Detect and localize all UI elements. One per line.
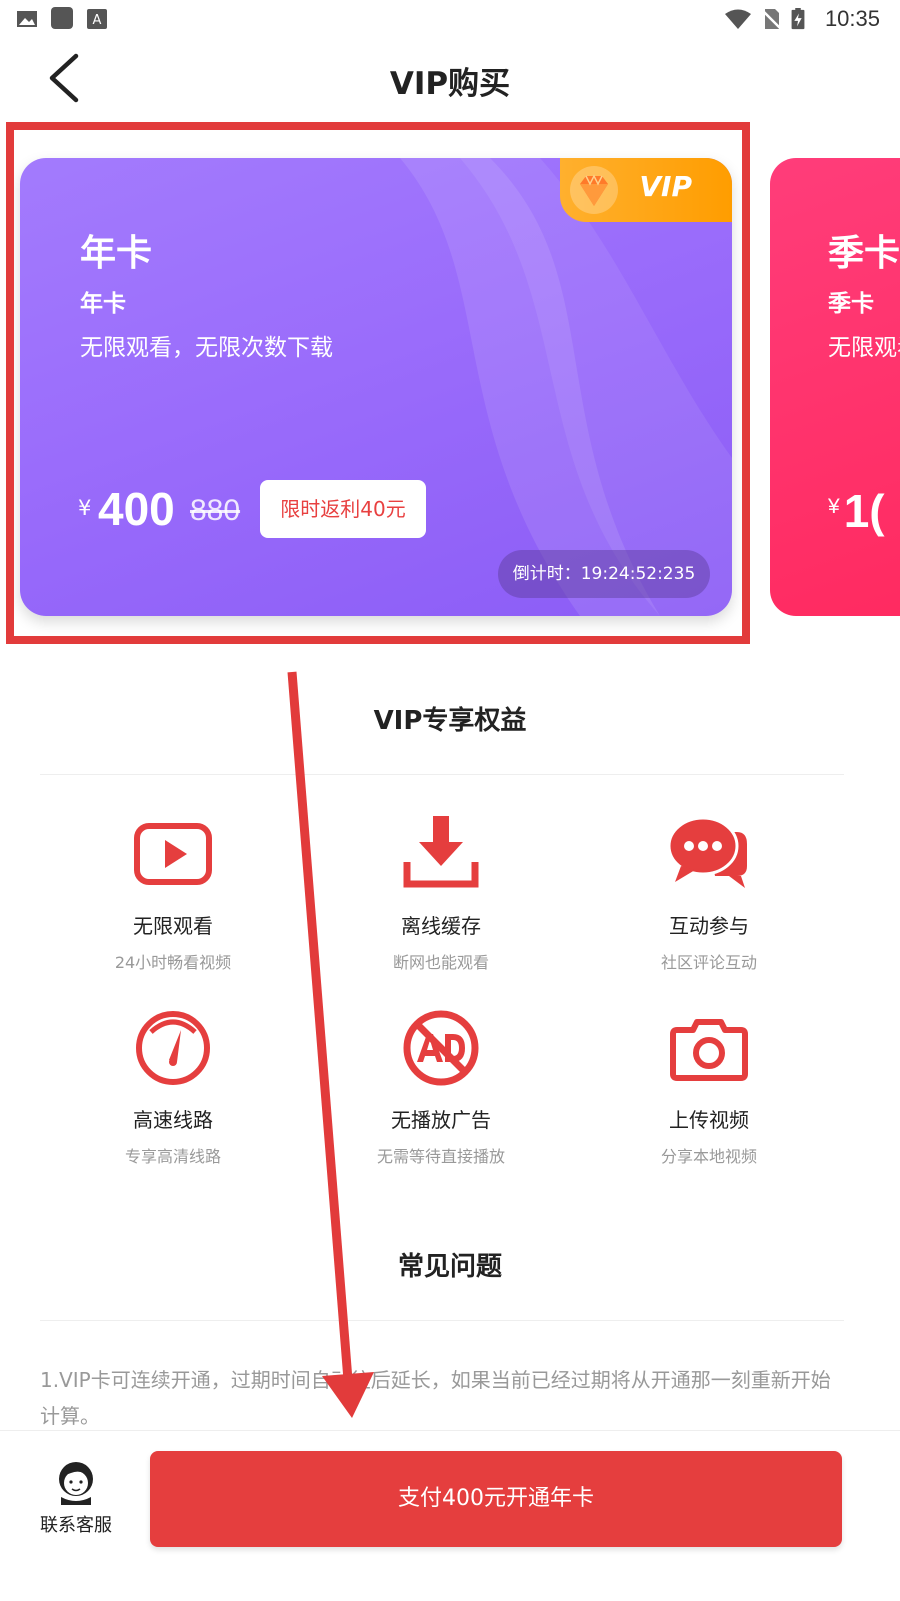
benefit-desc: 断网也能观看 xyxy=(392,953,489,972)
original-price: 880 xyxy=(190,494,241,527)
pay-button[interactable]: 支付400元开通年卡 xyxy=(150,1451,842,1547)
plan-subtitle: 年卡 xyxy=(80,291,126,317)
benefit-desc: 24小时畅看视频 xyxy=(114,953,232,972)
wifi-icon xyxy=(725,9,751,29)
currency-symbol: ¥ xyxy=(828,495,840,518)
price-row: ¥1( xyxy=(828,484,885,538)
bottom-action-bar: 联系客服 支付400元开通年卡 xyxy=(0,1430,900,1601)
play-icon xyxy=(134,823,212,885)
benefit-name: 高速线路 xyxy=(133,1108,213,1132)
plan-description: 无限观看，无限次数下载 xyxy=(828,335,900,361)
benefit-name: 无播放广告 xyxy=(391,1108,491,1132)
customer-service-label: 联系客服 xyxy=(40,1515,112,1536)
plan-card-quarterly[interactable]: 季卡 季卡 无限观看，无限次数下载 ¥1( xyxy=(770,158,900,616)
faq-title: 常见问题 xyxy=(397,1252,502,1282)
camera-icon xyxy=(670,1019,748,1081)
plan-title: 季卡 xyxy=(828,233,900,274)
benefit-name: 离线缓存 xyxy=(401,914,481,938)
no-ad-icon xyxy=(403,1010,479,1086)
keyboard-a-icon: A xyxy=(87,9,107,29)
plan-title: 年卡 xyxy=(80,233,153,274)
vip-badge-label: VIP xyxy=(639,170,692,203)
benefit-unlimited-watch: 无限观看 24小时畅看视频 xyxy=(38,812,308,973)
app-square-icon xyxy=(51,7,73,29)
plan-subtitle: 季卡 xyxy=(828,291,874,317)
svg-text:A: A xyxy=(93,13,102,28)
plan-price: 400 xyxy=(98,483,175,535)
plan-description: 无限观看，无限次数下载 xyxy=(80,335,333,361)
benefit-upload-video: 上传视频 分享本地视频 xyxy=(574,1006,844,1167)
chat-icon xyxy=(667,816,747,888)
no-sim-icon xyxy=(761,9,782,30)
customer-service-button[interactable]: 联系客服 xyxy=(30,1455,122,1537)
currency-symbol: ¥ xyxy=(78,496,92,520)
status-time: 10:35 xyxy=(824,6,880,31)
customer-service-icon xyxy=(59,1462,93,1505)
download-icon xyxy=(403,816,479,888)
vip-badge: VIP xyxy=(560,158,732,222)
benefit-desc: 社区评论互动 xyxy=(660,953,757,972)
benefit-no-ads: 无播放广告 无需等待直接播放 xyxy=(306,1006,576,1167)
gallery-icon xyxy=(17,11,37,27)
battery-charging-icon xyxy=(791,8,805,30)
diamond-icon xyxy=(570,166,618,214)
benefit-interaction: 互动参与 社区评论互动 xyxy=(574,812,844,973)
divider xyxy=(40,774,844,775)
benefit-name: 无限观看 xyxy=(133,914,213,938)
benefit-offline-cache: 离线缓存 断网也能观看 xyxy=(306,812,576,973)
countdown-timer: 倒计时：19:24:52:235 xyxy=(498,550,710,598)
benefit-desc: 无需等待直接播放 xyxy=(376,1147,505,1166)
benefit-name: 互动参与 xyxy=(669,914,749,938)
plan-price: 1( xyxy=(843,485,885,537)
benefit-name: 上传视频 xyxy=(669,1108,749,1132)
benefits-title: VIP专享权益 xyxy=(373,706,527,736)
page-title: VIP购买 xyxy=(389,66,511,102)
benefit-fast-route: 高速线路 专享高清线路 xyxy=(38,1006,308,1167)
promo-badge: 限时返利40元 xyxy=(260,480,426,538)
app-header: VIP购买 xyxy=(0,38,900,118)
faq-item: 1.VIP卡可连续开通，过期时间自动往后延长，如果当前已经过期将从开通那一刻重新… xyxy=(40,1368,831,1428)
benefit-desc: 分享本地视频 xyxy=(660,1147,757,1166)
status-bar: A 10:35 xyxy=(0,0,900,36)
speedometer-icon xyxy=(136,1011,210,1085)
benefit-desc: 专享高清线路 xyxy=(124,1147,221,1166)
plan-card-annual[interactable]: VIP 年卡 年卡 无限观看，无限次数下载 ¥ 400 880 限时返利40元 … xyxy=(20,158,732,616)
divider xyxy=(40,1320,844,1321)
